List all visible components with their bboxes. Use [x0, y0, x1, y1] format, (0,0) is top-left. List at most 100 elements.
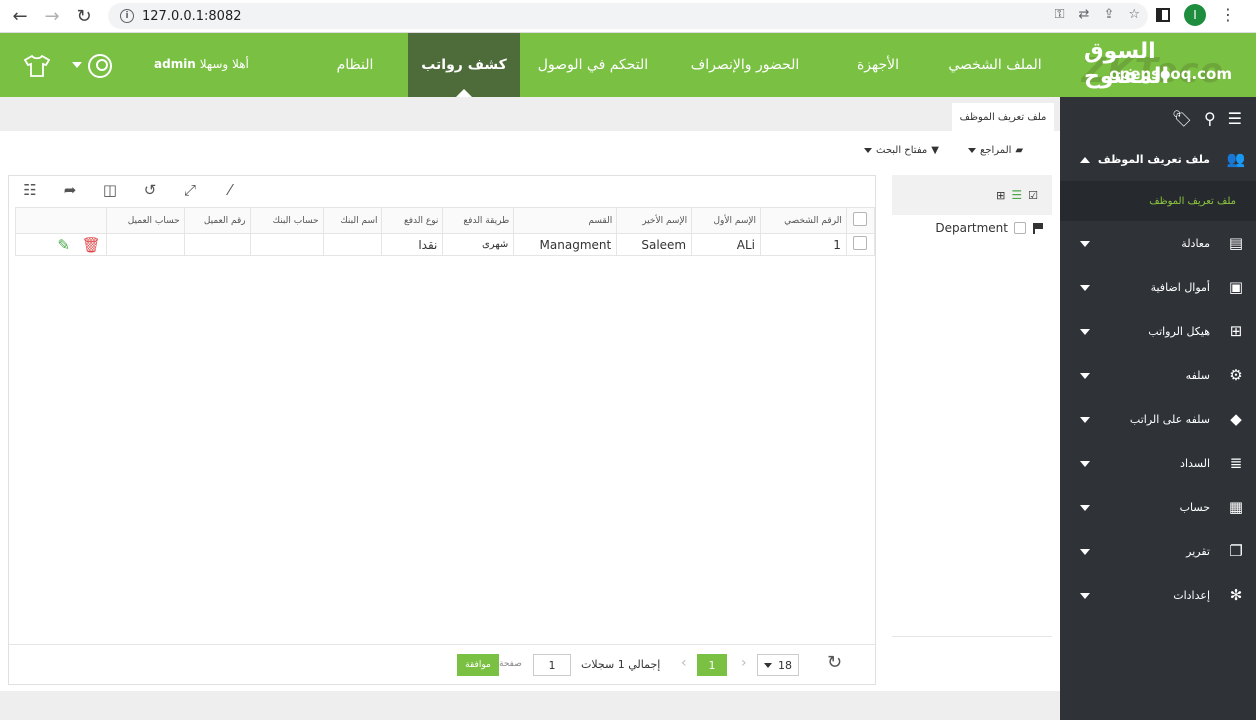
check-square-icon[interactable]: ☑: [1028, 189, 1038, 202]
shirt-icon[interactable]: [24, 55, 50, 77]
references-label: المراجع: [980, 145, 1012, 156]
column-header[interactable]: حساب العميل: [105, 207, 185, 234]
delete-icon[interactable]: 🗑: [82, 236, 101, 254]
refresh-icon[interactable]: ↻: [827, 652, 842, 673]
row-checkbox[interactable]: [853, 236, 868, 250]
browser-menu-icon[interactable]: ⋮: [1220, 7, 1236, 23]
sidebar-item-formula[interactable]: ▤ معادلة: [1060, 221, 1256, 265]
chevron-down-icon: [1080, 593, 1090, 599]
tab-employee-profile[interactable]: ملف تعريف الموظف: [952, 103, 1054, 131]
expand-icon[interactable]: ⤢: [181, 181, 199, 199]
sidebar-item-loan[interactable]: ⚙ سلفه: [1060, 353, 1256, 397]
back-button[interactable]: ←: [4, 1, 36, 31]
nav-devices[interactable]: الأجهزة: [838, 33, 918, 97]
references-dropdown[interactable]: المراجع ▰: [968, 145, 1023, 156]
nav-payroll[interactable]: كشف رواتب: [408, 33, 520, 97]
database-icon: ≣: [1229, 454, 1243, 472]
hierarchy-icon[interactable]: ⊞: [996, 189, 1005, 202]
page-number-input[interactable]: 1: [533, 654, 571, 676]
column-header[interactable]: الرقم الشخصي: [760, 207, 847, 234]
sidebar-item-calculation[interactable]: ▦ حساب: [1060, 485, 1256, 529]
tree-node-checkbox[interactable]: [1014, 222, 1026, 234]
cell-department: Managment: [513, 233, 618, 256]
sidebar-item-label: معادلة: [1181, 236, 1210, 250]
sliders-icon[interactable]: ☷: [21, 181, 39, 199]
forward-button[interactable]: →: [36, 1, 68, 31]
caret-down-icon: [764, 662, 772, 668]
sidebar-item-employee-profile[interactable]: 👥 ملف تعريف الموظف: [1060, 137, 1256, 181]
chevron-down-icon: [1080, 285, 1090, 291]
column-header[interactable]: الإسم الأخير: [616, 207, 693, 234]
edit-icon[interactable]: ✎: [57, 236, 70, 254]
table-row[interactable]: ✎ 🗑 نقدا شهرى Managment Saleem ALi 1: [15, 233, 876, 256]
cell-personal-id[interactable]: 1: [760, 233, 847, 256]
profile-avatar[interactable]: I: [1184, 4, 1206, 26]
sidebar-item-label: هيكل الرواتب: [1148, 324, 1210, 338]
sidebar-item-label: السداد: [1180, 456, 1210, 470]
column-header[interactable]: القسم: [513, 207, 618, 234]
sidebar-subitem-employee-profile[interactable]: ملف تعريف الموظف: [1060, 181, 1256, 221]
users-icon: 👥: [1226, 150, 1246, 168]
sidebar-item-salary-structure[interactable]: ⊞ هيكل الرواتب: [1060, 309, 1256, 353]
search-key-dropdown[interactable]: مفتاح البحث ▼: [864, 145, 939, 156]
share-arrow-icon[interactable]: ➦: [61, 181, 79, 199]
sidebar-item-label: إعدادات: [1173, 588, 1210, 602]
nav-personal-file[interactable]: الملف الشخصي: [935, 33, 1055, 97]
sidebar-item-report[interactable]: ❐ تقرير: [1060, 529, 1256, 573]
page-size-select[interactable]: 18: [757, 654, 799, 676]
current-page-button[interactable]: 1: [697, 654, 727, 676]
info-icon[interactable]: i: [120, 9, 134, 23]
columns-icon[interactable]: ◫: [101, 181, 119, 199]
page-label: صفحة: [499, 659, 522, 669]
welcome-label: أهلا وسهلا: [199, 57, 249, 71]
column-header[interactable]: اسم البنك: [322, 207, 383, 234]
tree-node-department[interactable]: Department: [892, 221, 1052, 235]
column-header[interactable]: نوع الدفع: [381, 207, 444, 234]
book-icon: ▰: [1015, 145, 1024, 156]
menu-collapse-icon[interactable]: ☰: [1228, 109, 1242, 128]
column-header[interactable]: حساب البنك: [249, 207, 324, 234]
chevron-down-icon: [1080, 505, 1090, 511]
tag-icon: ◆: [1230, 410, 1242, 428]
tag-icon[interactable]: 🏷: [1172, 109, 1192, 128]
column-header[interactable]: الإسم الأول: [691, 207, 762, 234]
prev-page-icon[interactable]: ‹: [681, 655, 687, 671]
settings-icon: ✻: [1229, 586, 1243, 604]
sidebar-item-salary-advance[interactable]: ◆ سلفه على الراتب: [1060, 397, 1256, 441]
chevron-down-icon: [1080, 241, 1090, 247]
url-text: 127.0.0.1:8082: [142, 8, 242, 24]
sidebar-item-label: سلفه على الراتب: [1129, 412, 1210, 426]
history-icon[interactable]: ↺: [141, 181, 159, 199]
user-icon[interactable]: [88, 54, 112, 78]
share-icon[interactable]: ⇪: [1103, 7, 1114, 22]
row-actions: ✎ 🗑: [15, 233, 107, 256]
tree-toolbar: ⊞ ☰ ☑: [892, 175, 1052, 215]
sidebar-item-settings[interactable]: ✻ إعدادات: [1060, 573, 1256, 617]
user-menu-caret-icon[interactable]: [72, 62, 82, 68]
magic-wand-icon[interactable]: ⁄: [221, 181, 239, 199]
list-icon[interactable]: ☰: [1011, 188, 1022, 202]
caret-down-icon: [968, 148, 976, 153]
search-icon[interactable]: ⚲: [1204, 109, 1216, 128]
column-header[interactable]: طريقة الدفع: [442, 207, 515, 234]
nav-attendance[interactable]: الحضور والإنصراف: [670, 33, 820, 97]
sidebar-item-repayment[interactable]: ≣ السداد: [1060, 441, 1256, 485]
key-icon[interactable]: ⚿: [1055, 7, 1065, 22]
bookmark-star-icon[interactable]: ☆: [1128, 7, 1140, 22]
browser-toolbar: ← → ↻ i 127.0.0.1:8082 ⚿ ⇄ ⇪ ☆ I ⋮: [0, 0, 1256, 33]
select-all-checkbox[interactable]: [853, 212, 868, 226]
formula-icon: ▤: [1228, 234, 1244, 252]
nav-access-control[interactable]: التحكم في الوصول: [528, 33, 658, 97]
sidebar-item-extra-money[interactable]: ▣ أموال اضافية: [1060, 265, 1256, 309]
filter-icon: ▼: [931, 145, 939, 156]
actions-header: [15, 207, 107, 234]
translate-icon[interactable]: ⇄: [1079, 7, 1090, 22]
go-button[interactable]: موافقة: [457, 654, 499, 676]
username: admin: [154, 57, 196, 71]
address-bar[interactable]: i 127.0.0.1:8082 ⚿ ⇄ ⇪ ☆: [108, 3, 1148, 29]
nav-system[interactable]: النظام: [320, 33, 390, 97]
next-page-icon[interactable]: ›: [741, 655, 747, 671]
reload-button[interactable]: ↻: [68, 1, 100, 31]
column-header[interactable]: رقم العميل: [183, 207, 251, 234]
side-panel-icon[interactable]: [1156, 8, 1170, 22]
